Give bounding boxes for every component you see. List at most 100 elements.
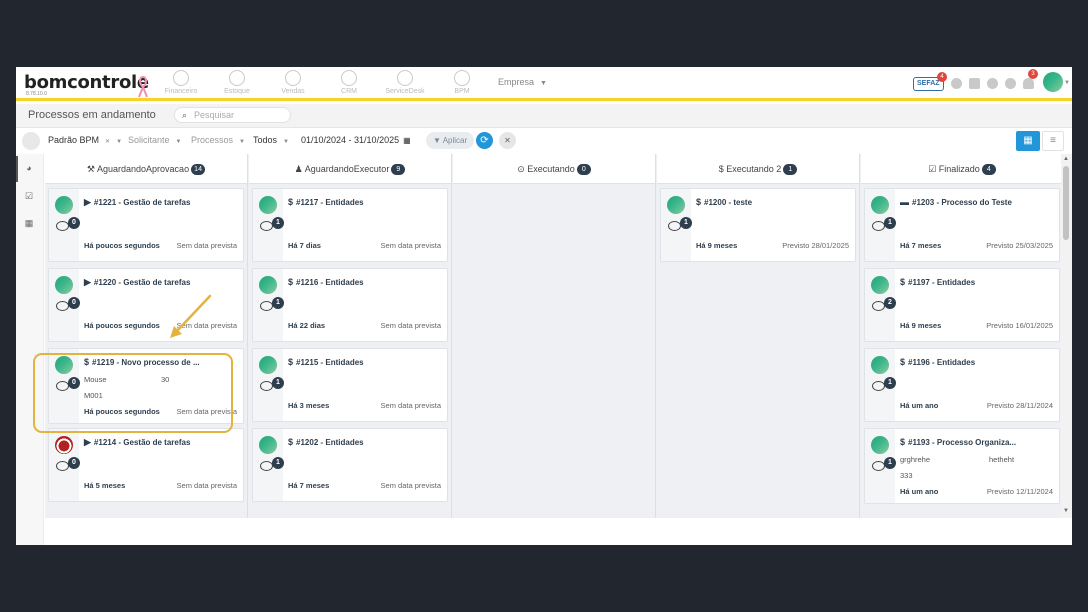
process-card[interactable]: 1 $ #1202 - Entidades Há 7 meses Sem data pr… (252, 428, 448, 502)
nav-bpm[interactable]: BPM (436, 69, 488, 99)
comment-count-badge: 0 (68, 457, 80, 469)
card-title-text: #1214 - Gestão de tarefas (93, 438, 191, 447)
card-title[interactable]: $ #1202 - Entidades (288, 437, 364, 447)
avatar[interactable] (871, 356, 889, 374)
avatar[interactable] (259, 276, 277, 294)
avatar[interactable] (871, 436, 889, 454)
dollar-icon: $ (288, 437, 294, 447)
notification-badge: 3 (1028, 69, 1038, 79)
solicitante-filter-label: Solicitante (128, 135, 170, 145)
close-icon: ✕ (504, 136, 511, 145)
page-header: Processos em andamento ⌕ Pesquisar (16, 104, 1072, 128)
collapse-button[interactable] (22, 132, 40, 150)
card-time: Há um ano (900, 401, 939, 410)
avatar[interactable] (55, 276, 73, 294)
play-icon: ▶ (84, 197, 91, 207)
column-header[interactable]: ☑ Finalizado 4 (861, 154, 1063, 184)
nav-estoque[interactable]: Estoque (211, 69, 263, 99)
column-header[interactable]: $ Executando 21 (657, 154, 859, 184)
avatar[interactable] (259, 356, 277, 374)
scrollbar-thumb[interactable] (1063, 166, 1069, 240)
process-card[interactable]: 1 $ #1217 - Entidades Há 7 dias Sem data pre… (252, 188, 448, 262)
status-filter[interactable]: Todos ▼ (253, 135, 289, 145)
avatar[interactable] (667, 196, 685, 214)
caret-down-icon[interactable]: ▼ (116, 139, 122, 145)
calendar-icon[interactable] (969, 78, 980, 89)
card-title[interactable]: $ #1193 - Processo Organiza... (900, 437, 1016, 447)
list-view-button[interactable]: ≡ (1042, 131, 1064, 151)
column-header[interactable]: ♟ AguardandoExecutor 9 (249, 154, 451, 184)
card-title-text: #1215 - Entidades (296, 358, 364, 367)
process-card[interactable]: 1 ▬ #1203 - Processo do Teste Há 7 meses Pre… (864, 188, 1060, 262)
process-card[interactable]: 0 ▶ #1214 - Gestão de tarefas Há 5 meses Sem… (48, 428, 244, 502)
card-time: Há 7 meses (288, 481, 330, 490)
avatar[interactable] (259, 436, 277, 454)
card-time: Há 22 dias (288, 321, 326, 330)
template-filter[interactable]: Padrão BPM ✕ ▼ (48, 135, 122, 145)
card-title[interactable]: $ #1216 - Entidades (288, 277, 364, 287)
card-title[interactable]: ▶ #1221 - Gestão de tarefas (84, 197, 190, 208)
nav-servicedesk[interactable]: ServiceDesk (379, 69, 431, 99)
nav-vendas[interactable]: Vendas (267, 69, 319, 99)
process-card[interactable]: 0 ▶ #1221 - Gestão de tarefas Há poucos seg… (48, 188, 244, 262)
card-title[interactable]: $ #1217 - Entidades (288, 197, 364, 207)
close-icon[interactable]: ✕ (105, 139, 110, 145)
process-card[interactable]: 1 $ #1193 - Processo Organiza... grghrehe he… (864, 428, 1060, 504)
process-card[interactable]: 1 $ #1196 - Entidades Há um ano Previsto 28/… (864, 348, 1060, 422)
hammer-icon: ⚒ (86, 164, 97, 174)
card-due-date: Previsto 16/01/2025 (986, 321, 1053, 330)
highlight-box (33, 353, 233, 433)
app-logo[interactable]: bomcontrole (24, 72, 149, 93)
column-count-badge: 9 (391, 164, 406, 175)
scroll-down-icon[interactable]: ▼ (1063, 508, 1069, 514)
nav-financeiro[interactable]: Financeiro (155, 69, 207, 99)
solicitante-filter[interactable]: Solicitante ▼ (128, 135, 181, 145)
apply-filter-button[interactable]: ▼ Aplicar (426, 132, 475, 149)
chevron-down-icon[interactable]: ▼ (1064, 80, 1070, 86)
avatar[interactable] (871, 196, 889, 214)
search-input[interactable]: ⌕ Pesquisar (174, 107, 291, 123)
checklist-icon[interactable]: ☑ (16, 191, 42, 202)
process-card[interactable]: 1 $ #1215 - Entidades Há 3 meses Sem data pr… (252, 348, 448, 422)
empresa-dropdown[interactable]: Empresa ▼ (498, 77, 547, 87)
card-title[interactable]: $ #1215 - Entidades (288, 357, 364, 367)
process-card[interactable]: 1 $ #1216 - Entidades Há 22 dias Sem data pr… (252, 268, 448, 342)
column-title: AguardandoExecutor (304, 164, 390, 174)
card-title[interactable]: ▶ #1214 - Gestão de tarefas (84, 437, 190, 448)
user-avatar[interactable] (1043, 72, 1063, 92)
process-card[interactable]: 1 $ #1200 - teste Há 9 meses Previsto 28/01/… (660, 188, 856, 262)
kanban-view-button[interactable]: ▦ (1016, 131, 1040, 151)
card-title[interactable]: $ #1196 - Entidades (900, 357, 975, 367)
bell-icon[interactable] (1023, 78, 1034, 89)
help-icon[interactable] (1005, 78, 1016, 89)
caret-down-icon: ▼ (540, 80, 547, 87)
refresh-button[interactable]: ⟳ (476, 132, 493, 149)
avatar[interactable] (55, 196, 73, 214)
kanban-column: ♟ AguardandoExecutor 9 1 $ #1217 - Entidades… (249, 154, 452, 518)
avatar[interactable] (55, 436, 73, 454)
empresa-label: Empresa (498, 77, 535, 87)
avatar[interactable] (259, 196, 277, 214)
column-count-badge: 14 (191, 164, 206, 175)
gear-icon[interactable] (987, 78, 998, 89)
card-title[interactable]: ▶ #1220 - Gestão de tarefas (84, 277, 190, 288)
card-title[interactable]: $ #1200 - teste (696, 197, 752, 207)
column-header[interactable]: ⚒ AguardandoAprovacao 14 (45, 154, 247, 184)
card-title[interactable]: $ #1197 - Entidades (900, 277, 975, 287)
clear-filter-button[interactable]: ✕ (499, 132, 516, 149)
nav-crm[interactable]: CRM (323, 69, 375, 99)
whatsapp-icon[interactable] (951, 78, 962, 89)
play-circle-icon: ⊙ (517, 164, 528, 174)
scroll-up-icon[interactable]: ▲ (1063, 156, 1069, 162)
board-scrollbar[interactable]: ▲ ▼ (1061, 154, 1072, 518)
processos-filter[interactable]: Processos ▼ (191, 135, 245, 145)
date-range-filter[interactable]: 01/10/2024 - 31/10/2025 ▦ (301, 135, 411, 145)
calendar-icon[interactable]: ▦ (16, 218, 42, 229)
column-header[interactable]: ⊙ Executando 0 (453, 154, 655, 184)
dashboard-icon[interactable]: ◕ (16, 163, 42, 173)
headset-icon (397, 70, 413, 86)
card-field-label: grghrehe (900, 455, 931, 464)
avatar[interactable] (871, 276, 889, 294)
process-card[interactable]: 2 $ #1197 - Entidades Há 9 meses Previsto 16… (864, 268, 1060, 342)
card-title[interactable]: ▬ #1203 - Processo do Teste (900, 197, 1012, 207)
